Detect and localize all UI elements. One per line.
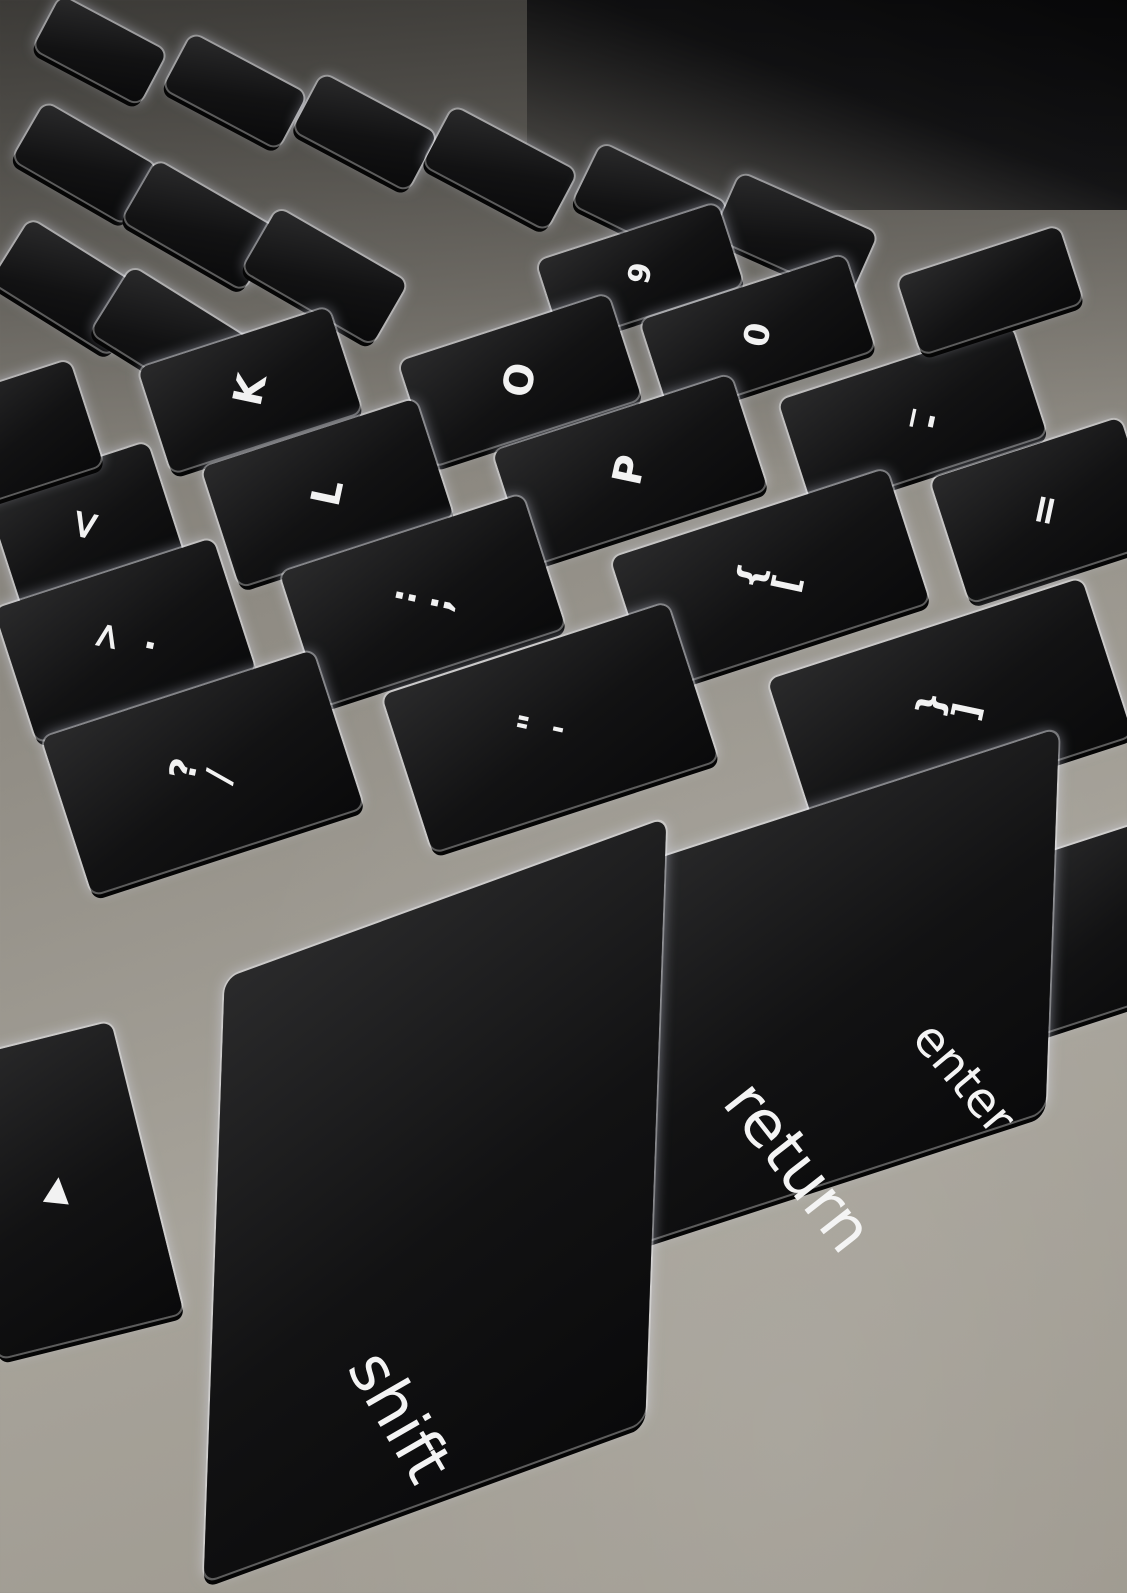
key-9-label: 9 <box>620 259 660 287</box>
key-far-1[interactable] <box>32 0 168 105</box>
key-far-3[interactable] <box>292 73 438 191</box>
key-equals-label: = <box>1019 488 1071 532</box>
key-comma-label: < <box>59 503 111 547</box>
key-l-label: L <box>302 475 353 510</box>
key-semicolon-bottom: ; <box>418 592 462 615</box>
key-bracket-left-bottom: [ <box>765 571 809 596</box>
key-bracket-right-bottom: ] <box>945 698 989 724</box>
key-minus-bottom: - <box>908 409 952 433</box>
key-0-label: 0 <box>735 319 780 351</box>
key-o-label: O <box>493 358 547 402</box>
key-far-2[interactable] <box>163 33 307 149</box>
key-k-label: K <box>224 370 276 410</box>
key-p-label: P <box>604 450 656 490</box>
key-period-bottom: . <box>120 632 164 655</box>
arrow-key[interactable]: ▶ <box>0 1021 184 1359</box>
key-quote-bottom: ' <box>545 721 589 741</box>
keyboard-photo: 9 0 _ - = O P { [ } ] K L: ; " ' < > . … <box>0 0 1127 1593</box>
key-quote-top: " <box>509 710 554 738</box>
arrow-icon: ▶ <box>33 1174 77 1206</box>
key-slash-bottom: / <box>198 765 242 787</box>
